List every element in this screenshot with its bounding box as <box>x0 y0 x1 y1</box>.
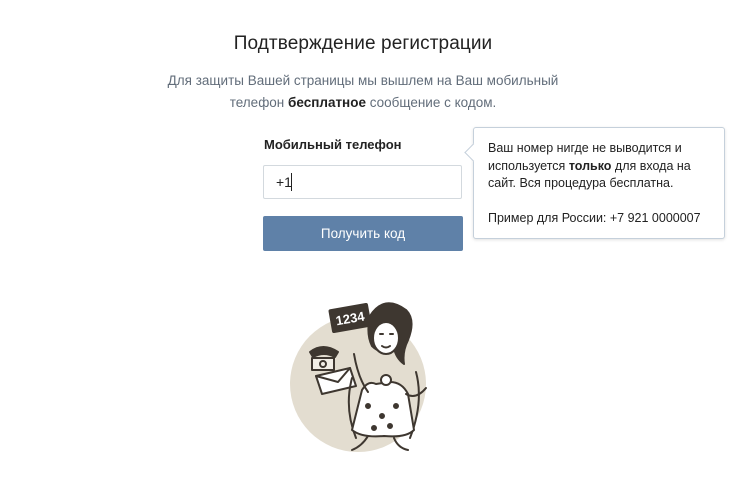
tooltip-line-2-end: для входа на <box>611 158 691 173</box>
phone-hint-tooltip: Ваш номер нигде не выводится и используе… <box>464 127 725 239</box>
tooltip-example: Пример для России: +7 921 0000007 <box>488 210 701 225</box>
tooltip-arrow <box>464 143 483 162</box>
woman-face <box>372 321 400 355</box>
phone-input[interactable] <box>263 165 462 199</box>
telephone-icon <box>309 346 339 371</box>
tooltip-line-1: Ваш номер нигде не выводится и <box>488 141 682 155</box>
woman-dress <box>351 381 415 438</box>
description-text: телефон <box>229 95 289 110</box>
page-description: Для защиты Вашей страницы мы вышлем на В… <box>0 70 726 114</box>
description-bold: бесплатное <box>288 95 366 110</box>
get-code-button[interactable]: Получить код <box>263 216 463 251</box>
description-line-1: Для защиты Вашей страницы мы вышлем на В… <box>167 73 559 88</box>
description-end: сообщение с кодом. <box>365 95 497 110</box>
tooltip-line-3: сайт. Вся процедура бесплатна. <box>488 176 674 190</box>
tooltip-line-2-text: используется <box>488 158 569 173</box>
page-title: Подтверждение регистрации <box>233 33 493 54</box>
phone-label: Мобильный телефон <box>264 137 402 152</box>
tooltip-bold: только <box>568 158 612 173</box>
sms-code-illustration: 1234 <box>290 302 427 452</box>
tooltip-line-2: используется только для входа на <box>488 158 710 176</box>
text-caret <box>291 173 292 191</box>
